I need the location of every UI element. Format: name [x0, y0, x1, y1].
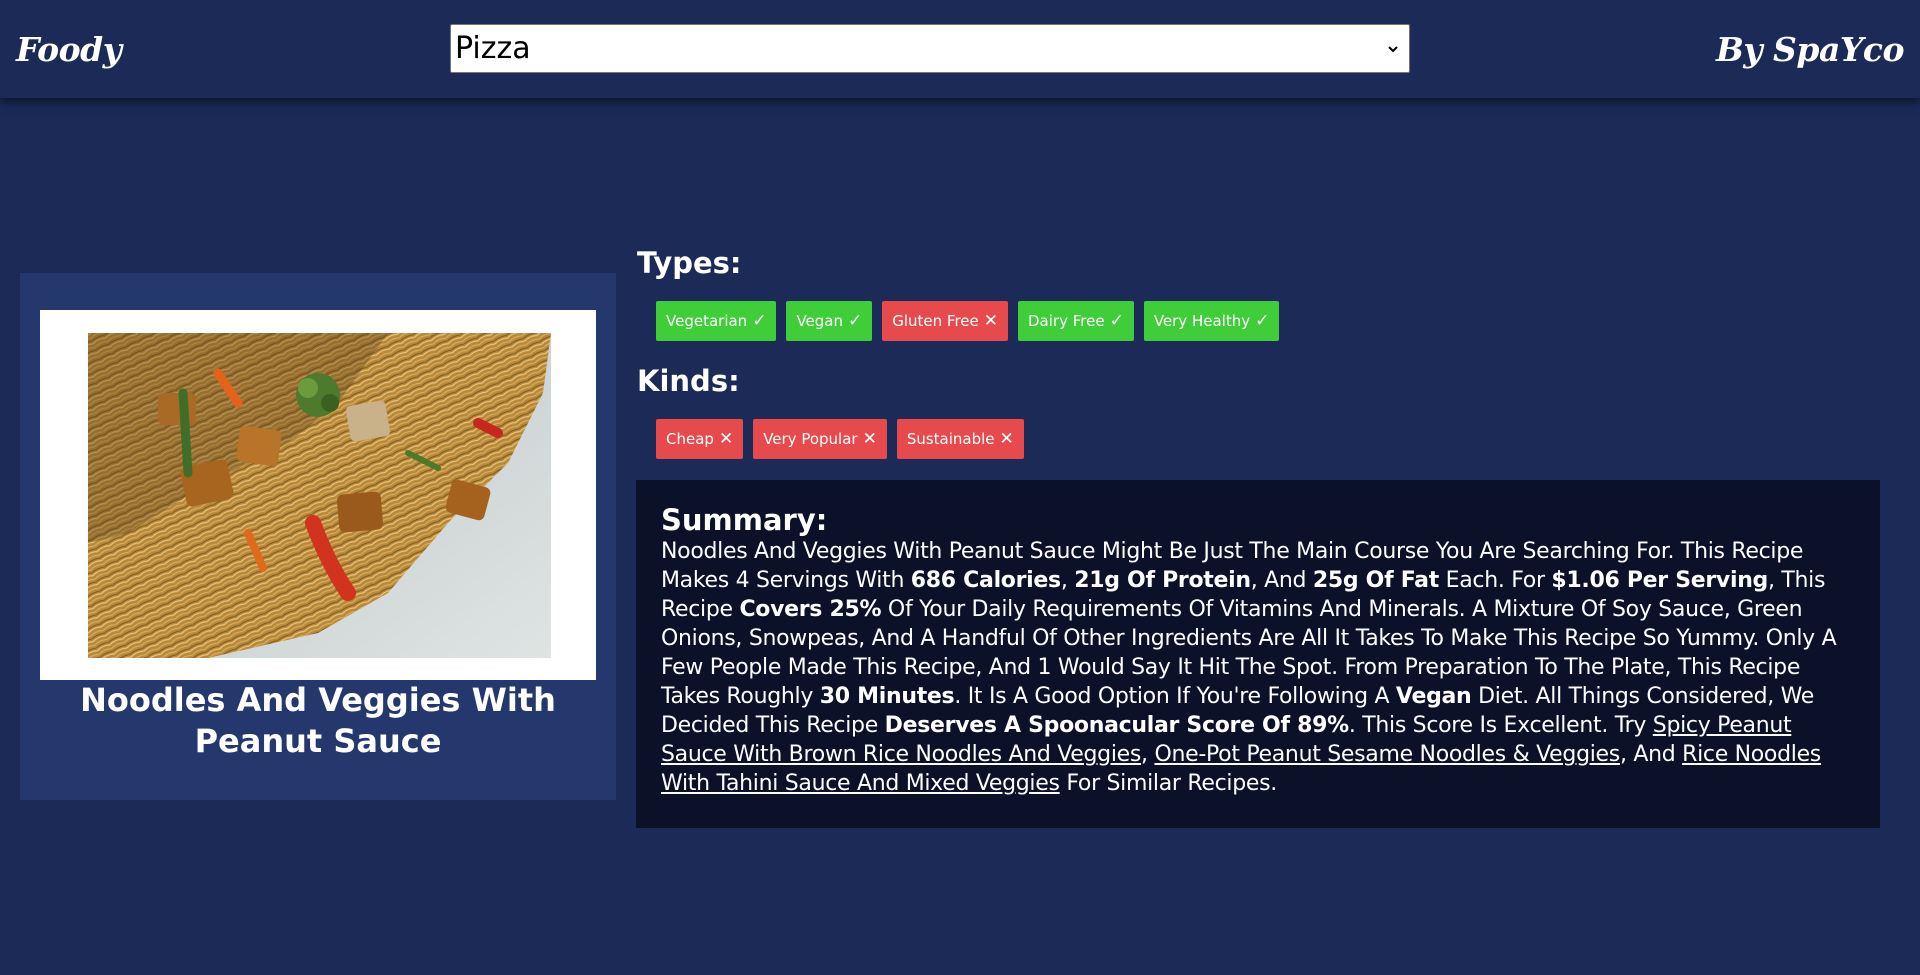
tag-label: Very Healthy — [1153, 312, 1251, 330]
similar-recipe-link[interactable]: One-Pot Peanut Sesame Noodles & Veggies — [1154, 742, 1620, 767]
tag-label: Gluten Free — [892, 312, 979, 330]
tag-gluten-free: Gluten Free ✕ — [882, 301, 1008, 341]
summary-segment: Each. For — [1438, 568, 1552, 593]
summary-segment: For Similar Recipes. — [1059, 771, 1277, 796]
tag-very-popular: Very Popular ✕ — [753, 419, 887, 459]
tag-label: Vegan — [796, 312, 843, 330]
types-tag-list: Vegetarian ✓ Vegan ✓ Gluten Free ✕ Dairy… — [656, 301, 1280, 341]
brand-logo[interactable]: Foody — [16, 30, 122, 69]
cross-icon: ✕ — [999, 429, 1014, 449]
select-current-value: Pizza — [455, 31, 531, 66]
chevron-down-icon — [1388, 46, 1398, 53]
kinds-tag-list: Cheap ✕ Very Popular ✕ Sustainable ✕ — [656, 419, 1024, 459]
recipe-search-select[interactable]: Pizza — [450, 24, 1410, 73]
tag-dairy-free: Dairy Free ✓ — [1018, 301, 1134, 341]
check-icon: ✓ — [847, 311, 863, 331]
cross-icon: ✕ — [718, 429, 734, 449]
summary-segment: , And — [1250, 568, 1313, 593]
summary-segment: , And — [1619, 742, 1683, 767]
summary-segment: , — [1141, 742, 1155, 767]
recipe-image-frame — [40, 310, 596, 680]
tag-label: Dairy Free — [1028, 312, 1105, 330]
summary-segment: . This Score Is Excellent. Try — [1348, 713, 1653, 738]
tag-label: Sustainable — [906, 430, 995, 448]
top-nav: Foody Pizza By SpaYco — [0, 0, 1920, 98]
summary-highlight: 30 Minutes — [819, 684, 955, 709]
check-icon: ✓ — [1255, 311, 1270, 331]
summary-highlight: Covers 25% — [739, 597, 882, 622]
types-heading: Types: — [637, 246, 742, 280]
tag-vegetarian: Vegetarian ✓ — [656, 301, 777, 341]
tag-cheap: Cheap ✕ — [656, 419, 744, 459]
summary-panel: Summary: Noodles And Veggies With Peanut… — [636, 480, 1880, 828]
recipe-title: Noodles And Veggies With Peanut Sauce — [80, 681, 556, 760]
summary-heading: Summary: — [661, 503, 828, 537]
recipe-card: Noodles And Veggies With Peanut Sauce — [20, 273, 616, 800]
summary-segment: . It Is A Good Option If You're Followin… — [954, 684, 1396, 709]
cross-icon: ✕ — [862, 429, 877, 449]
summary-highlight: Deserves A Spoonacular Score Of 89% — [884, 713, 1350, 738]
summary-highlight: 25g Of Fat — [1312, 568, 1439, 593]
check-icon: ✓ — [752, 311, 767, 331]
summary-text: Noodles And Veggies With Peanut Sauce Mi… — [661, 537, 1856, 798]
tag-label: Very Popular — [763, 430, 858, 448]
tag-sustainable: Sustainable ✕ — [896, 419, 1024, 459]
summary-highlight: Vegan — [1395, 684, 1472, 709]
summary-highlight: 686 Calories — [910, 568, 1061, 593]
check-icon: ✓ — [1109, 311, 1124, 331]
cross-icon: ✕ — [983, 311, 998, 331]
summary-highlight: $1.06 Per Serving — [1551, 568, 1768, 593]
tag-very-healthy: Very Healthy ✓ — [1143, 301, 1280, 341]
tag-vegan: Vegan ✓ — [786, 301, 873, 341]
recipe-photo — [88, 333, 551, 658]
kinds-heading: Kinds: — [637, 364, 740, 398]
tag-label: Cheap — [666, 430, 714, 448]
summary-segment: , — [1060, 568, 1075, 593]
tag-label: Vegetarian — [666, 312, 748, 330]
summary-highlight: 21g Of Protein — [1074, 568, 1251, 593]
author-byline[interactable]: By SpaYco — [1716, 30, 1905, 69]
